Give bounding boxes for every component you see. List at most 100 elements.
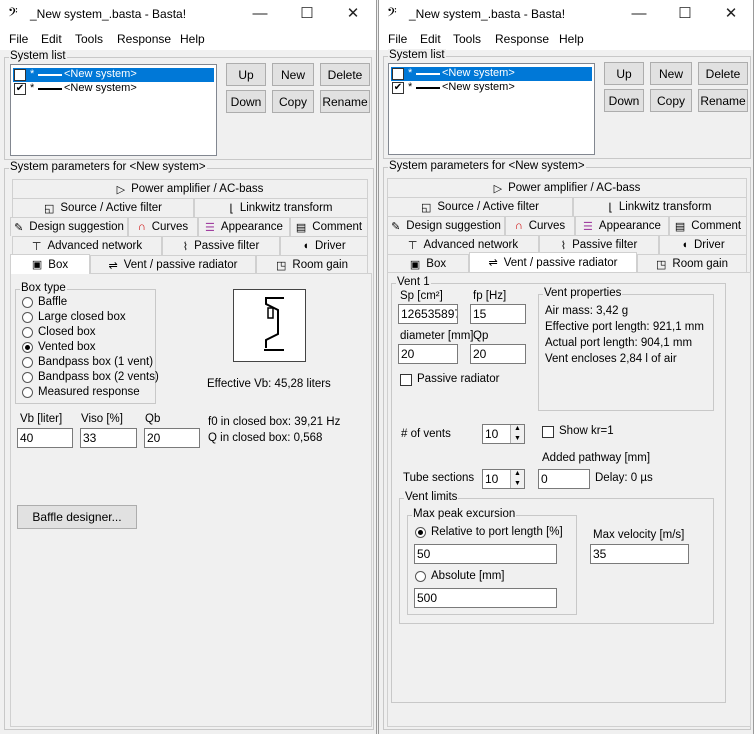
fp-input[interactable]: 15 [470,304,526,324]
system-checkbox[interactable] [392,68,404,80]
menu-response[interactable]: Response [117,32,171,46]
delete-button[interactable]: Delete [320,63,370,86]
spin-down-icon[interactable]: ▼ [511,434,524,443]
up-button[interactable]: Up [604,62,644,85]
radio-bandpass-2-vents[interactable] [22,372,33,383]
system-checkbox[interactable] [14,69,26,81]
tube-sections-spinner[interactable]: 10 ▲ ▼ [482,469,525,489]
system-list-item[interactable]: * <New system> [13,68,214,82]
fp-label: fp [Hz] [473,290,507,302]
radio-bandpass-1-vent[interactable] [22,357,33,368]
tab-box[interactable]: ▣ Box [387,254,469,273]
vent-icon: ⇌ [488,257,498,269]
new-button[interactable]: New [272,63,314,86]
radio-closed-box[interactable] [22,327,33,338]
max-velocity-input[interactable]: 35 [590,544,689,564]
menu-file[interactable]: File [388,32,407,46]
rename-button[interactable]: Rename [698,89,748,112]
system-checkbox[interactable]: ✔ [14,83,26,95]
qb-input[interactable]: 20 [144,428,200,448]
copy-button[interactable]: Copy [272,90,314,113]
passive-radiator-checkbox[interactable] [400,374,412,386]
minimize-icon[interactable]: — [248,4,272,24]
tab-room-gain[interactable]: ◳ Room gain [256,255,368,274]
radio-absolute[interactable] [415,571,426,582]
vents-count-spinner[interactable]: 10 ▲ ▼ [482,424,525,444]
spin-down-icon[interactable]: ▼ [511,479,524,488]
added-pathway-input[interactable]: 0 [538,469,590,489]
tab-label: Appearance [598,220,661,232]
tab-curves[interactable]: ∩ Curves [128,217,198,236]
menu-help[interactable]: Help [559,32,584,46]
tab-design-suggestion[interactable]: ✎ Design suggestion [387,216,505,235]
spinner-buttons[interactable]: ▲ ▼ [510,425,524,443]
tab-comment[interactable]: ▤ Comment [290,217,368,236]
tab-driver[interactable]: ◖ Driver [659,235,747,254]
tab-vent-passive-radiator[interactable]: ⇌ Vent / passive radiator [469,252,637,272]
spinner-buttons[interactable]: ▲ ▼ [510,470,524,488]
tab-appearance[interactable]: ☰ Appearance [198,217,290,236]
close-icon[interactable]: ✕ [341,4,365,24]
system-listbox[interactable]: * <New system> ✔ * <New system> [388,63,595,155]
sp-input[interactable]: 1265358979 [398,304,458,324]
system-list-item[interactable]: ✔ * <New system> [13,82,214,96]
tab-vent-passive-radiator[interactable]: ⇌ Vent / passive radiator [90,255,256,274]
up-button[interactable]: Up [226,63,266,86]
rename-button[interactable]: Rename [320,90,370,113]
system-listbox[interactable]: * <New system> ✔ * <New system> [10,64,217,156]
spin-up-icon[interactable]: ▲ [511,425,524,434]
down-button[interactable]: Down [226,90,266,113]
new-button[interactable]: New [650,62,692,85]
viso-input[interactable]: 33 [80,428,137,448]
tab-advanced-network[interactable]: ⊤ Advanced network [12,236,162,255]
tab-curves[interactable]: ∩ Curves [505,216,575,235]
effective-port-length-text: Effective port length: 921,1 mm [545,321,704,333]
system-list-item[interactable]: * <New system> [391,67,592,81]
radio-measured-response[interactable] [22,387,33,398]
tab-box[interactable]: ▣ Box [10,254,90,274]
tab-power-amplifier[interactable]: ▷ Power amplifier / AC-bass [387,178,747,197]
maximize-icon[interactable]: ☐ [673,4,697,24]
tab-design-suggestion[interactable]: ✎ Design suggestion [10,217,128,236]
close-icon[interactable]: ✕ [719,4,743,24]
copy-button[interactable]: Copy [650,89,692,112]
tab-driver[interactable]: ◖ Driver [280,236,368,255]
tab-linkwitz-transform[interactable]: ⌊ Linkwitz transform [194,198,368,217]
maximize-icon[interactable]: ☐ [295,4,319,24]
tab-power-amplifier[interactable]: ▷ Power amplifier / AC-bass [12,179,368,198]
diameter-input[interactable]: 20 [398,344,458,364]
spin-up-icon[interactable]: ▲ [511,470,524,479]
system-checkbox[interactable]: ✔ [392,82,404,94]
baffle-designer-button[interactable]: Baffle designer... [17,505,137,529]
down-button[interactable]: Down [604,89,644,112]
show-kr-checkbox[interactable] [542,426,554,438]
qp-input[interactable]: 20 [470,344,526,364]
tab-source-active-filter[interactable]: ◱ Source / Active filter [12,198,194,217]
absolute-input[interactable]: 500 [414,588,557,608]
menu-edit[interactable]: Edit [420,32,441,46]
tab-source-active-filter[interactable]: ◱ Source / Active filter [387,197,573,216]
system-list-item[interactable]: ✔ * <New system> [391,81,592,95]
menu-response[interactable]: Response [495,32,549,46]
radio-baffle[interactable] [22,297,33,308]
menu-tools[interactable]: Tools [453,32,481,46]
delete-button[interactable]: Delete [698,62,748,85]
tab-appearance[interactable]: ☰ Appearance [575,216,669,235]
relative-input[interactable]: 50 [414,544,557,564]
system-list-title: System list [388,49,446,61]
radio-vented-box[interactable] [22,342,33,353]
tab-comment[interactable]: ▤ Comment [669,216,747,235]
radio-relative-to-port-length[interactable] [415,527,426,538]
radio-large-closed-box[interactable] [22,312,33,323]
menu-tools[interactable]: Tools [75,32,103,46]
tab-room-gain[interactable]: ◳ Room gain [637,254,747,273]
menu-file[interactable]: File [9,32,28,46]
minimize-icon[interactable]: — [627,4,651,24]
vb-input[interactable]: 40 [17,428,73,448]
sp-label: Sp [cm²] [400,290,443,302]
tab-passive-filter[interactable]: ⌇ Passive filter [162,236,280,255]
menu-edit[interactable]: Edit [41,32,62,46]
tab-linkwitz-transform[interactable]: ⌊ Linkwitz transform [573,197,747,216]
menu-help[interactable]: Help [180,32,205,46]
tab-label: Comment [691,220,742,232]
